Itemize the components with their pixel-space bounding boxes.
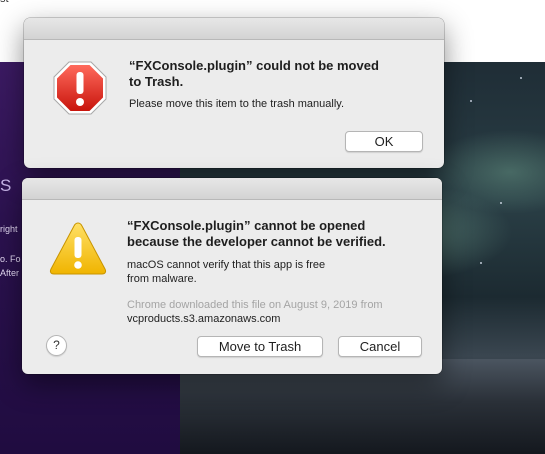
cancel-button[interactable]: Cancel bbox=[338, 336, 422, 357]
error-alert-dialog: “FXConsole.plugin” could not be moved to… bbox=[24, 18, 444, 168]
dialog-title-bar[interactable] bbox=[22, 178, 442, 200]
warning-dialog-message: macOS cannot verify that this app is fre… bbox=[127, 259, 326, 285]
help-button[interactable]: ? bbox=[46, 335, 67, 356]
warning-alert-dialog: “FXConsole.plugin” cannot be opened beca… bbox=[22, 178, 442, 374]
download-host-text: vcproducts.s3.amazonaws.com bbox=[127, 313, 281, 325]
background-text-fragment: right bbox=[0, 224, 18, 234]
error-dialog-title: “FXConsole.plugin” could not be moved to… bbox=[129, 58, 379, 89]
background-text-fragment: S bbox=[0, 176, 12, 195]
background-text-fragment: After bbox=[0, 268, 20, 278]
stop-error-icon bbox=[52, 60, 108, 116]
ok-button[interactable]: OK bbox=[345, 131, 423, 152]
download-info-text: Chrome downloaded this file on August 9,… bbox=[127, 299, 383, 311]
move-to-trash-button[interactable]: Move to Trash bbox=[197, 336, 323, 357]
background-text-fragment: st bbox=[0, 0, 9, 5]
warning-dialog-title: “FXConsole.plugin” cannot be opened beca… bbox=[127, 218, 386, 249]
dialog-title-bar[interactable] bbox=[24, 18, 444, 40]
caution-warning-icon bbox=[48, 220, 108, 276]
error-dialog-message: Please move this item to the trash manua… bbox=[129, 98, 345, 110]
background-text-fragment: o. Fo bbox=[0, 254, 21, 264]
